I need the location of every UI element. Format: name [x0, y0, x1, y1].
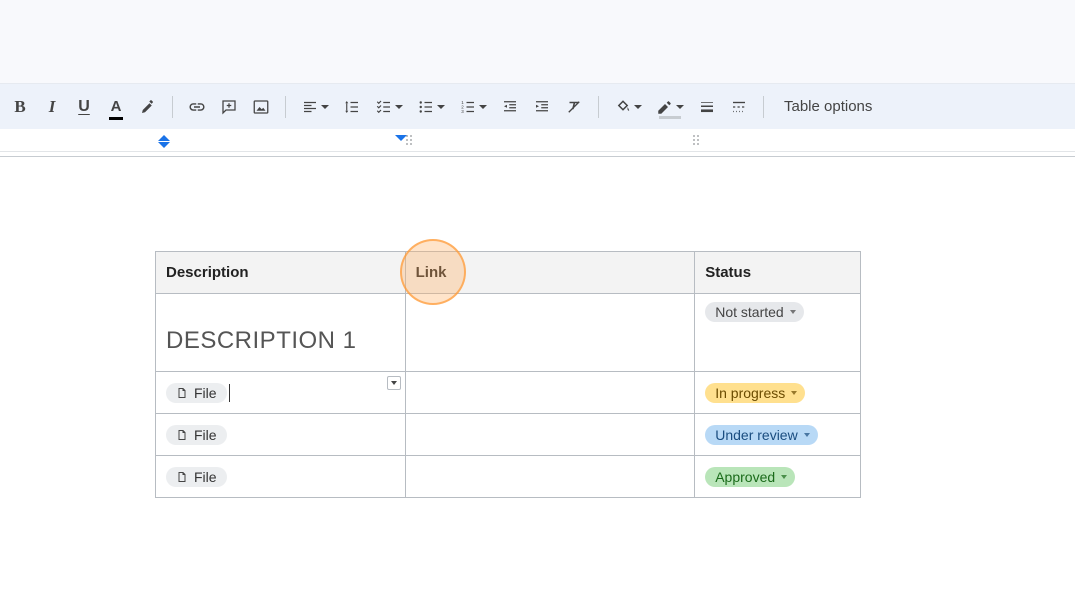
chevron-down-icon — [804, 433, 810, 437]
table-header-row: Description Link Status — [156, 251, 861, 294]
insert-link-button[interactable] — [181, 91, 213, 123]
status-chip[interactable]: Under review — [705, 425, 817, 445]
cell-link[interactable] — [406, 294, 696, 372]
toolbar-separator — [172, 96, 173, 118]
left-indent-marker[interactable] — [158, 135, 170, 148]
svg-text:3: 3 — [461, 109, 464, 114]
cell-link[interactable] — [406, 372, 696, 414]
file-chip-label: File — [194, 427, 217, 443]
file-chip[interactable]: File — [166, 467, 227, 487]
file-chip[interactable]: File — [166, 425, 227, 445]
table-row: File Under review — [156, 414, 861, 456]
cell-status[interactable]: Approved — [695, 456, 861, 498]
text-color-button[interactable]: A — [100, 91, 132, 123]
status-label: Under review — [715, 427, 797, 443]
status-label: Not started — [715, 304, 783, 320]
file-chip-label: File — [194, 385, 217, 401]
table-row: File Approved — [156, 456, 861, 498]
checklist-button[interactable] — [368, 91, 410, 123]
column-header-link[interactable]: Link — [406, 251, 696, 294]
toolbar-separator — [285, 96, 286, 118]
chevron-down-icon — [791, 391, 797, 395]
status-label: In progress — [715, 385, 785, 401]
chevron-down-icon — [790, 310, 796, 314]
cell-link[interactable] — [406, 414, 696, 456]
cell-description[interactable]: File — [156, 414, 406, 456]
table-row: File In progress — [156, 372, 861, 414]
bold-button[interactable]: B — [4, 91, 36, 123]
column-boundary-grip[interactable] — [406, 135, 412, 149]
border-width-button[interactable] — [691, 91, 723, 123]
table-options-button[interactable]: Table options — [772, 92, 884, 121]
description-text: DESCRIPTION 1 — [166, 327, 357, 355]
cell-dropdown-button[interactable] — [387, 376, 401, 390]
border-color-button[interactable] — [649, 91, 691, 123]
text-cursor — [229, 384, 230, 402]
status-chip[interactable]: Not started — [705, 302, 803, 322]
column-boundary-grip[interactable] — [693, 135, 699, 149]
status-chip[interactable]: Approved — [705, 467, 795, 487]
cell-status[interactable]: Not started — [695, 294, 861, 372]
column-header-description[interactable]: Description — [156, 251, 406, 294]
formatting-toolbar: B I U A — [0, 83, 1075, 129]
cell-link[interactable] — [406, 456, 696, 498]
highlight-color-button[interactable] — [132, 91, 164, 123]
insert-image-button[interactable] — [245, 91, 277, 123]
clear-formatting-button[interactable] — [558, 91, 590, 123]
cell-description[interactable]: File — [156, 456, 406, 498]
cell-status[interactable]: In progress — [695, 372, 861, 414]
cell-description[interactable]: File — [156, 372, 406, 414]
numbered-list-button[interactable]: 123 — [452, 91, 494, 123]
data-table: Description Link Status DESCRIPTION 1 Not… — [155, 251, 861, 498]
increase-indent-button[interactable] — [526, 91, 558, 123]
toolbar-separator — [763, 96, 764, 118]
file-chip-label: File — [194, 469, 217, 485]
toolbar-separator — [598, 96, 599, 118]
file-chip[interactable]: File — [166, 383, 227, 403]
bulleted-list-button[interactable] — [410, 91, 452, 123]
italic-button[interactable]: I — [36, 91, 68, 123]
ruler[interactable] — [0, 129, 1075, 157]
insert-comment-button[interactable] — [213, 91, 245, 123]
cell-description[interactable]: DESCRIPTION 1 — [156, 294, 406, 372]
line-spacing-button[interactable] — [336, 91, 368, 123]
chevron-down-icon — [781, 475, 787, 479]
underline-button[interactable]: U — [68, 91, 100, 123]
status-label: Approved — [715, 469, 775, 485]
document-canvas[interactable]: Description Link Status DESCRIPTION 1 Not… — [0, 157, 1075, 498]
decrease-indent-button[interactable] — [494, 91, 526, 123]
column-header-status[interactable]: Status — [695, 251, 861, 294]
status-chip[interactable]: In progress — [705, 383, 805, 403]
app-header-gap — [0, 0, 1075, 83]
cell-fill-color-button[interactable] — [607, 91, 649, 123]
align-button[interactable] — [294, 91, 336, 123]
cell-status[interactable]: Under review — [695, 414, 861, 456]
border-style-button[interactable] — [723, 91, 755, 123]
table-row: DESCRIPTION 1 Not started — [156, 294, 861, 372]
